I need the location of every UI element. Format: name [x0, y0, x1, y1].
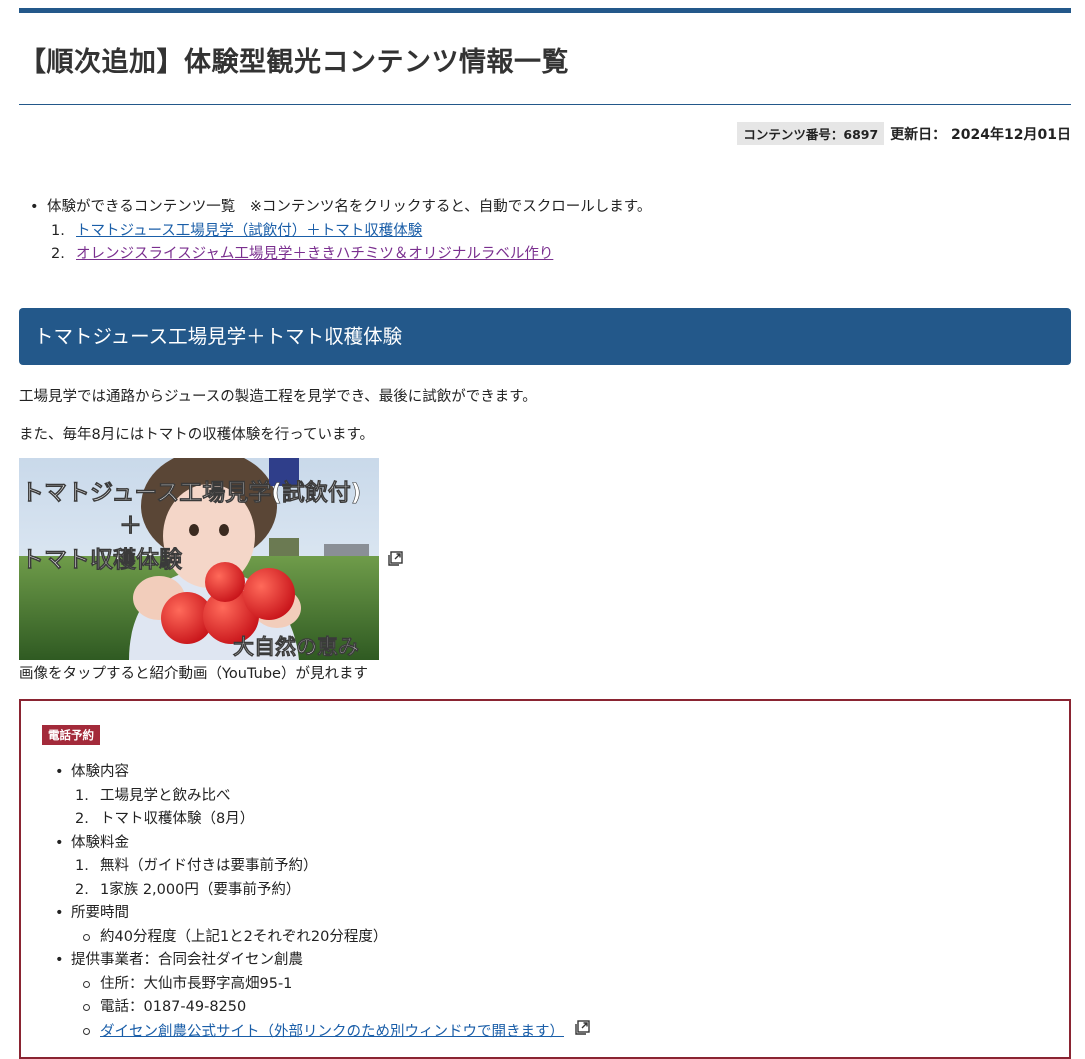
circle-bullet [83, 980, 90, 988]
detail-group: • 所要時間 約40分程度（上記1と2それぞれ20分程度） [55, 902, 590, 950]
detail-group: • 体験内容 1. 工場見学と飲み比べ 2. トマト収穫体験（8月） [55, 761, 590, 832]
official-site-link[interactable]: ダイセン創農公式サイト（外部リンクのため別ウィンドウで開きます） [100, 1023, 564, 1039]
detail-group-label: 所要時間 [71, 905, 129, 921]
detail-item: 約40分程度（上記1と2それぞれ20分程度） [71, 926, 590, 950]
video-caption: 画像をタップすると紹介動画（YouTube）が見れます [19, 666, 368, 682]
toc-item: 1. トマトジュース工場見学（試飲付）＋トマト収穫体験 [51, 222, 423, 239]
toc-intro: 体験ができるコンテンツ一覧 ※コンテンツ名をクリックすると、自動でスクロールしま… [47, 199, 652, 215]
phone-reservation-badge: 電話予約 [42, 725, 100, 745]
bullet-marker: • [55, 905, 64, 921]
thumbnail-text: トマト収穫体験 [21, 546, 183, 573]
detail-group-label: 体験内容 [71, 764, 129, 780]
thumbnail-text: ＋ [119, 513, 142, 539]
toc-link-tomato-juice[interactable]: トマトジュース工場見学（試飲付）＋トマト収穫体験 [76, 223, 422, 239]
section-heading: トマトジュース工場見学＋トマト収穫体験 [19, 308, 1071, 365]
bullet-marker: • [55, 952, 64, 968]
detail-item: ダイセン創農公式サイト（外部リンクのため別ウィンドウで開きます） [71, 1019, 590, 1044]
circle-bullet [83, 933, 90, 941]
updated-date: 更新日： 2024年12月01日 [890, 126, 1071, 143]
title-divider [19, 104, 1071, 105]
content-number-badge: コンテンツ番号：6897 [737, 122, 885, 145]
external-link-icon[interactable] [388, 551, 403, 566]
detail-item: 2. 1家族 2,000円（要事前予約） [75, 881, 301, 898]
bullet-marker: • [30, 199, 39, 215]
detail-item: 住所：大仙市長野字高畑95-1 [71, 973, 590, 997]
detail-item: 1. 無料（ガイド付きは要事前予約） [75, 858, 318, 874]
external-link-icon[interactable] [574, 1019, 590, 1044]
experience-details-box: 電話予約 • 体験内容 1. 工場見学と飲み比べ 2. トマト収穫体験（8月） • … [19, 699, 1071, 1059]
toc-link-orange-jam[interactable]: オレンジスライスジャム工場見学＋ききハチミツ＆オリジナルラベル作り [76, 246, 553, 262]
toc-item: 2. オレンジスライスジャム工場見学＋ききハチミツ＆オリジナルラベル作り [51, 246, 554, 262]
circle-bullet [83, 1004, 90, 1011]
detail-group-label: 提供事業者：合同会社ダイセン創農 [71, 952, 303, 968]
detail-item: 2. トマト収穫体験（8月） [75, 811, 255, 827]
bullet-marker: • [55, 834, 64, 851]
detail-item: 1. 工場見学と飲み比べ [75, 787, 231, 804]
page-title: 【順次追加】体験型観光コンテンツ情報一覧 [19, 47, 569, 78]
bullet-marker: • [55, 764, 64, 780]
thumbnail-image: トマトジュース工場見学(試飲付) ＋ トマト収穫体験 大自然の恵み [19, 458, 379, 660]
header-top-bar [19, 8, 1071, 13]
youtube-video-thumbnail[interactable]: トマトジュース工場見学(試飲付) ＋ トマト収穫体験 大自然の恵み [19, 458, 379, 660]
detail-group-label: 体験料金 [71, 834, 129, 851]
detail-item: 電話：0187-49-8250 [71, 996, 590, 1020]
circle-bullet [83, 1027, 90, 1035]
table-of-contents: • 体験ができるコンテンツ一覧 ※コンテンツ名をクリックすると、自動でスクロール… [30, 196, 652, 267]
thumbnail-text: 大自然の恵み [233, 635, 359, 659]
detail-group: • 体験料金 1. 無料（ガイド付きは要事前予約） 2. 1家族 2,000円（要事… [55, 832, 590, 903]
detail-group: • 提供事業者：合同会社ダイセン創農 住所：大仙市長野字高畑95-1 電話：01… [55, 949, 590, 1044]
section-paragraph: また、毎年8月にはトマトの収穫体験を行っています。 [19, 427, 375, 443]
thumbnail-text: トマトジュース工場見学(試飲付) [21, 479, 361, 506]
section-paragraph: 工場見学では通路からジュースの製造工程を見学でき、最後に試飲ができます。 [19, 389, 537, 405]
page-meta: コンテンツ番号：6897 更新日： 2024年12月01日 [737, 122, 1071, 145]
